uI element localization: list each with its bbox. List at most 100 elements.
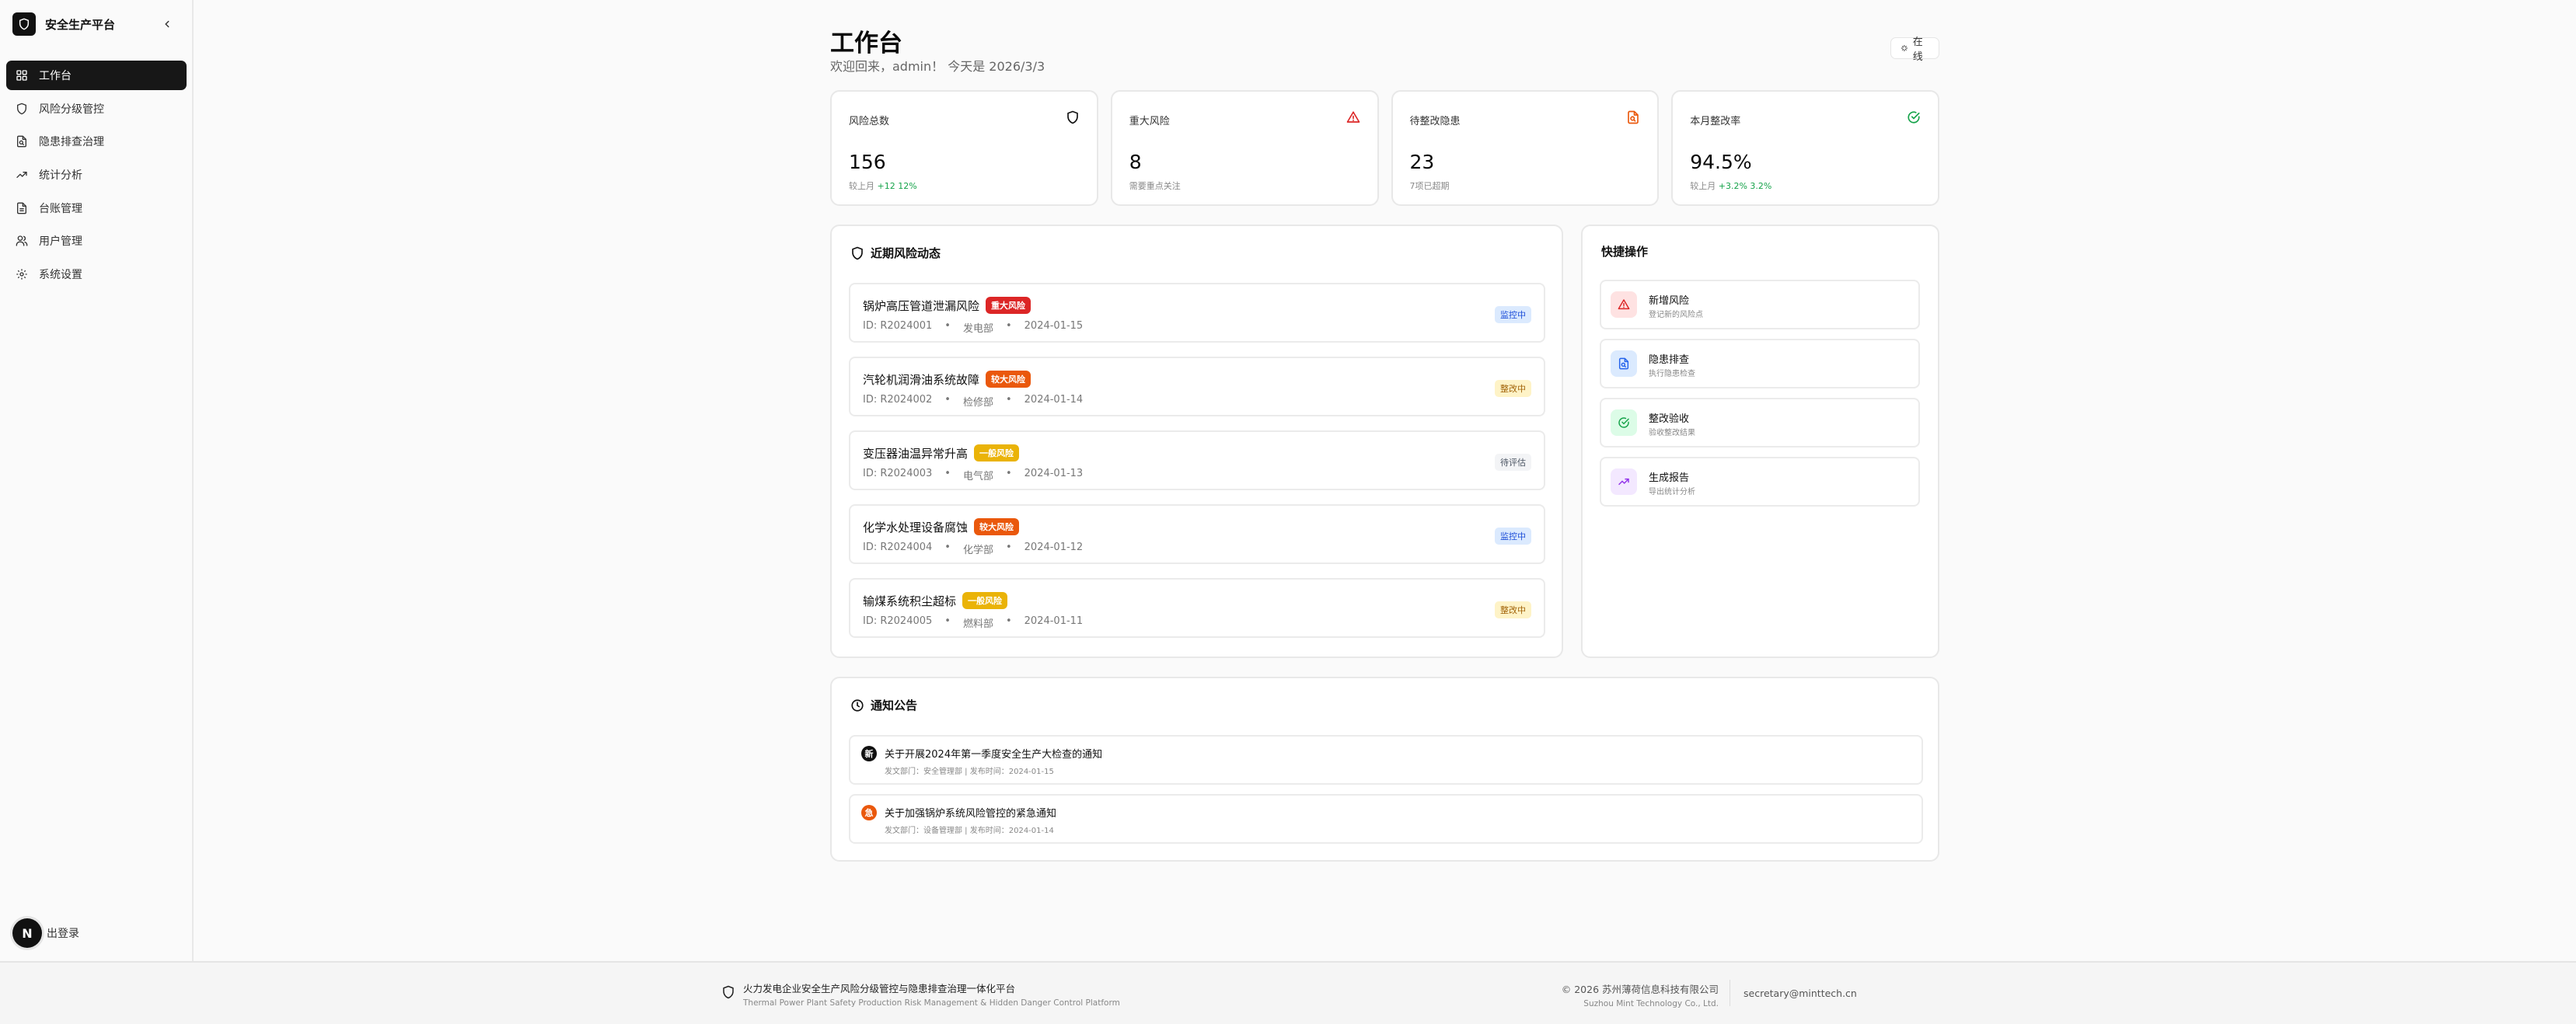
quick-actions-list: 新增风险 登记新的风险点 隐患排查 执行隐患检查 整改验收 验收整改结果 生成报… bbox=[1600, 280, 1920, 516]
list-item[interactable]: 锅炉高压管道泄漏风险 重大风险 ID: R2024001 • 发电部 • 2024-01-… bbox=[849, 283, 1545, 343]
separator: • bbox=[1005, 615, 1012, 627]
card-title-text: 通知公告 bbox=[871, 698, 918, 712]
status-badge: 待评估 bbox=[1495, 454, 1531, 471]
stat-label: 本月整改率 bbox=[1690, 116, 1741, 127]
collapse-sidebar-button[interactable] bbox=[159, 16, 176, 33]
shield-icon bbox=[852, 246, 863, 259]
risk-level-badge: 一般风险 bbox=[974, 444, 1020, 461]
online-status-label: 在线 bbox=[1912, 37, 1923, 63]
notice-meta: 发文部门：设备管理部 | 发布时间：2024-01-14 bbox=[885, 827, 1054, 835]
stat-note-text: 较上月 bbox=[1690, 181, 1716, 191]
sidebar-item-ledger[interactable]: 台账管理 bbox=[6, 193, 187, 223]
rectification-acceptance-button[interactable]: 整改验收 验收整改结果 bbox=[1600, 398, 1920, 448]
list-item[interactable]: 输煤系统积尘超标 一般风险 ID: R2024005 • 燃料部 • 2024-01-11… bbox=[849, 578, 1545, 638]
risk-name-row: 锅炉高压管道泄漏风险 重大风险 bbox=[863, 297, 1031, 314]
footer-company-en: Suzhou Mint Technology Co., Ltd. bbox=[1583, 999, 1719, 1008]
stat-card-pending-hazards[interactable]: 待整改隐患 23 7项已超期 bbox=[1391, 90, 1660, 206]
list-item[interactable]: 新 关于开展2024年第一季度安全生产大检查的通知 发文部门：安全管理部 | 发… bbox=[849, 735, 1923, 785]
sidebar-item-risk-control[interactable]: 风险分级管控 bbox=[6, 94, 187, 124]
stat-note: 需要重点关注 bbox=[1129, 181, 1181, 191]
sidebar-item-hazard-check[interactable]: 隐患排查治理 bbox=[6, 127, 187, 156]
risk-name: 化学水处理设备腐蚀 bbox=[863, 520, 969, 535]
brand-name: 安全生产平台 bbox=[45, 17, 116, 32]
risk-level-badge: 重大风险 bbox=[986, 297, 1031, 314]
footer: 火力发电企业安全生产风险分级管控与隐患排查治理一体化平台 Thermal Pow… bbox=[0, 961, 2576, 1024]
stat-card-rectification-rate[interactable]: 本月整改率 94.5% 较上月 +3.2% 3.2% bbox=[1671, 90, 1939, 206]
risk-id: ID: R2024001 bbox=[863, 320, 933, 332]
logout-label: 出登录 bbox=[47, 928, 79, 940]
list-item[interactable]: 变压器油温异常升高 一般风险 ID: R2024003 • 电气部 • 2024-01-1… bbox=[849, 430, 1545, 490]
sidebar-item-label: 风险分级管控 bbox=[39, 103, 104, 116]
add-risk-button[interactable]: 新增风险 登记新的风险点 bbox=[1600, 280, 1920, 329]
hazard-check-button[interactable]: 隐患排查 执行隐患检查 bbox=[1600, 339, 1920, 388]
status-badge: 监控中 bbox=[1495, 306, 1531, 323]
list-item[interactable]: 急 关于加强锅炉系统风险管控的紧急通知 发文部门：设备管理部 | 发布时间：20… bbox=[849, 794, 1923, 844]
risk-meta: ID: R2024003 • 电气部 • 2024-01-13 bbox=[863, 468, 1083, 482]
generate-report-button[interactable]: 生成报告 导出统计分析 bbox=[1600, 457, 1920, 507]
separator: • bbox=[944, 615, 951, 627]
sidebar-item-users[interactable]: 用户管理 bbox=[6, 226, 187, 256]
risk-name: 变压器油温异常升高 bbox=[863, 446, 969, 461]
avatar[interactable]: N bbox=[12, 918, 42, 948]
shield-icon bbox=[1066, 110, 1078, 124]
risk-date: 2024-01-12 bbox=[1024, 542, 1084, 553]
risk-dept: 电气部 bbox=[962, 471, 993, 482]
sidebar-item-label: 隐患排查治理 bbox=[39, 136, 104, 149]
stat-value: 156 bbox=[849, 151, 886, 173]
action-desc: 验收整改结果 bbox=[1649, 429, 1695, 437]
list-item[interactable]: 化学水处理设备腐蚀 较大风险 ID: R2024004 • 化学部 • 2024-01-1… bbox=[849, 504, 1545, 564]
brand[interactable]: 安全生产平台 bbox=[12, 11, 115, 37]
separator: • bbox=[944, 320, 951, 332]
risk-name-row: 汽轮机润滑油系统故障 较大风险 bbox=[863, 371, 1031, 388]
sidebar-item-workbench[interactable]: 工作台 bbox=[6, 61, 187, 90]
card-title-text: 快捷操作 bbox=[1601, 245, 1649, 259]
stat-label: 重大风险 bbox=[1129, 116, 1170, 127]
separator: • bbox=[1005, 394, 1012, 406]
logout-button[interactable]: N 出登录 bbox=[12, 918, 79, 948]
sidebar-item-label: 台账管理 bbox=[39, 202, 82, 215]
check-circle-icon bbox=[1611, 409, 1637, 436]
activity-icon bbox=[1901, 44, 1908, 52]
shield-icon bbox=[12, 12, 36, 36]
footer-company: © 2026 苏州薄荷信息科技有限公司 Suzhou Mint Technolo… bbox=[1549, 981, 1719, 1008]
grid-icon bbox=[16, 70, 27, 81]
sidebar-item-statistics[interactable]: 统计分析 bbox=[6, 160, 187, 190]
risk-date: 2024-01-13 bbox=[1024, 468, 1084, 479]
action-label: 新增风险 bbox=[1649, 295, 1690, 307]
risk-name: 汽轮机润滑油系统故障 bbox=[863, 372, 980, 387]
status-badge: 整改中 bbox=[1495, 380, 1531, 397]
action-label: 隐患排查 bbox=[1649, 354, 1690, 366]
separator: • bbox=[1005, 468, 1012, 479]
stat-card-total-risks[interactable]: 风险总数 156 较上月 +12 12% bbox=[830, 90, 1098, 206]
risk-date: 2024-01-14 bbox=[1024, 394, 1084, 406]
shield-icon bbox=[17, 103, 26, 115]
file-text-icon bbox=[17, 202, 26, 214]
status-badge: 监控中 bbox=[1495, 528, 1531, 545]
risk-date: 2024-01-11 bbox=[1024, 615, 1084, 627]
welcome-text: 欢迎回来，admin！ 今天是 2026/3/3 bbox=[830, 59, 1045, 74]
stat-note-text: 较上月 bbox=[849, 181, 874, 191]
risk-dept: 化学部 bbox=[962, 545, 993, 556]
stat-value: 23 bbox=[1409, 151, 1435, 173]
stat-card-major-risks[interactable]: 重大风险 8 需要重点关注 bbox=[1110, 90, 1379, 206]
stat-note: 较上月 +3.2% 3.2% bbox=[1690, 179, 1771, 192]
sidebar: 安全生产平台 工作台 风险分级管控 隐患排查治理 统计分析 台账管理 用户管理 bbox=[0, 0, 194, 961]
stat-note: 7项已超期 bbox=[1409, 181, 1450, 191]
users-icon bbox=[16, 235, 28, 247]
risk-meta: ID: R2024002 • 检修部 • 2024-01-14 bbox=[863, 394, 1083, 409]
risk-dept: 燃料部 bbox=[962, 618, 993, 630]
card-title: 快捷操作 bbox=[1601, 243, 1648, 259]
footer-email-link[interactable]: secretary@minttech.cn bbox=[1744, 987, 1857, 999]
trending-up-icon bbox=[1611, 468, 1637, 495]
status-badge: 整改中 bbox=[1495, 601, 1531, 618]
risk-name-row: 输煤系统积尘超标 一般风险 bbox=[863, 592, 1008, 609]
footer-title: 火力发电企业安全生产风险分级管控与隐患排查治理一体化平台 bbox=[743, 983, 1016, 994]
sidebar-item-settings[interactable]: 系统设置 bbox=[6, 259, 187, 289]
action-desc: 导出统计分析 bbox=[1649, 488, 1695, 496]
separator: • bbox=[1005, 542, 1012, 553]
list-item[interactable]: 汽轮机润滑油系统故障 较大风险 ID: R2024002 • 检修部 • 2024-01-… bbox=[849, 357, 1545, 416]
risk-id: ID: R2024003 bbox=[863, 468, 933, 479]
risk-level-badge: 较大风险 bbox=[986, 371, 1031, 388]
footer-subtitle: Thermal Power Plant Safety Production Ri… bbox=[743, 998, 1120, 1008]
sidebar-item-label: 系统设置 bbox=[39, 269, 82, 282]
